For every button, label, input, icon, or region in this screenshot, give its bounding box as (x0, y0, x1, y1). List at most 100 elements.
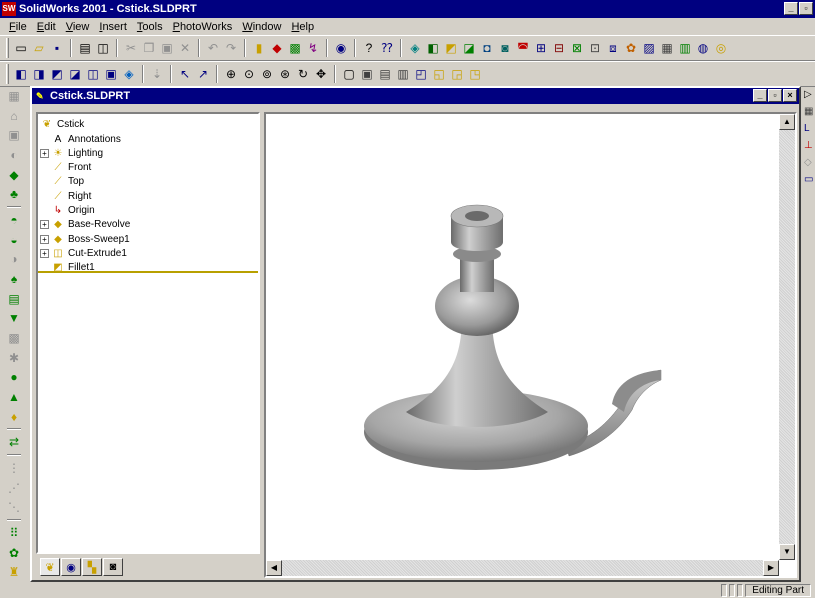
configuration-manager-tab[interactable]: ▚ (82, 558, 102, 576)
view-left-icon[interactable]: ◩ (49, 66, 65, 82)
candlestick-model[interactable] (266, 114, 779, 560)
hidden-gray-icon[interactable]: ▣ (359, 66, 375, 82)
feature-3-icon[interactable]: ◩ (443, 40, 459, 56)
tree-item-top[interactable]: ⟋ Top (40, 175, 85, 189)
zoom-in-out-icon[interactable]: ⊚ (259, 66, 275, 82)
tree-item-fillet[interactable]: ◩ Fillet1 (40, 261, 94, 275)
help-icon[interactable]: ? (361, 40, 377, 56)
select-icon[interactable]: ↖ (177, 66, 193, 82)
copy-icon[interactable]: ❐ (141, 40, 157, 56)
feature-7-icon[interactable]: ◚ (515, 40, 531, 56)
menu-window[interactable]: Window (237, 21, 286, 33)
feature-15-icon[interactable]: ▦ (659, 40, 675, 56)
menu-photoworks[interactable]: PhotoWorks (168, 21, 238, 33)
scroll-left-button[interactable]: ◀ (266, 560, 282, 576)
draft-quality-icon[interactable]: ▥ (395, 66, 411, 82)
feature-16-icon[interactable]: ▥ (677, 40, 693, 56)
frame-icon[interactable]: ▭ (804, 174, 814, 188)
feature-5-icon[interactable]: ◘ (479, 40, 495, 56)
open-icon[interactable]: ▱ (31, 40, 47, 56)
expand-toggle[interactable]: + (40, 148, 49, 158)
view-back-icon[interactable]: ◨ (31, 66, 47, 82)
tree-item-base-revolve[interactable]: + ◆ Base-Revolve (40, 218, 130, 232)
rotate-icon[interactable]: ↻ (295, 66, 311, 82)
curve-driven-pattern-icon[interactable]: ⠿ (6, 525, 22, 541)
view-front-icon[interactable]: ◧ (13, 66, 29, 82)
feature-17-icon[interactable]: ◍ (695, 40, 711, 56)
zoom-area-icon[interactable]: ⊙ (241, 66, 257, 82)
tree-item-origin[interactable]: ↳ Origin (40, 204, 95, 218)
pattern-linear-icon[interactable]: ⋮ (6, 460, 22, 476)
zoom-fit-icon[interactable]: ⊕ (223, 66, 239, 82)
tree-item-boss-sweep[interactable]: + ◆ Boss-Sweep1 (40, 232, 130, 246)
shadow-icon[interactable]: ◲ (449, 66, 465, 82)
new-icon[interactable]: ▭ (13, 40, 29, 56)
sketch-pattern-icon[interactable]: ✿ (6, 545, 22, 561)
feature-8-icon[interactable]: ⊞ (533, 40, 549, 56)
view-top-icon[interactable]: ◫ (85, 66, 101, 82)
vertical-scrollbar[interactable]: ▲ ▼ (779, 114, 795, 560)
feature-11-icon[interactable]: ⊡ (587, 40, 603, 56)
cut-sweep-icon[interactable]: ◑ (6, 251, 22, 267)
zoom-selection-icon[interactable]: ⊛ (277, 66, 293, 82)
feature-6-icon[interactable]: ◙ (497, 40, 513, 56)
feature-1-icon[interactable]: ◈ (407, 40, 423, 56)
task-pane-icon[interactable]: ▷ (804, 89, 814, 103)
tree-root[interactable]: ❦ Cstick (40, 117, 84, 131)
feature-18-icon[interactable]: ◎ (713, 40, 729, 56)
feature-manager-tab[interactable]: ❦ (40, 558, 60, 576)
app-restore-button[interactable]: ▫ (799, 2, 813, 15)
shaded-icon[interactable]: ◱ (431, 66, 447, 82)
grid-icon[interactable]: ▦ (804, 106, 814, 120)
menu-edit[interactable]: Edit (32, 21, 61, 33)
boss-revolve-icon[interactable]: ♣ (6, 186, 22, 202)
paste-icon[interactable]: ▣ (159, 40, 175, 56)
cut-revolve-icon[interactable]: ◒ (6, 232, 22, 248)
sweep-gray-icon[interactable]: ◐ (6, 147, 22, 163)
normal-to-icon[interactable]: ⇣ (149, 66, 165, 82)
view-iso-icon[interactable]: ◈ (121, 66, 137, 82)
select-other-icon[interactable]: ↗ (195, 66, 211, 82)
sketch-icon[interactable]: ▦ (6, 88, 22, 104)
boss-extrude-icon[interactable]: ◆ (6, 167, 22, 183)
hole-icon[interactable]: ● (6, 369, 22, 385)
scroll-up-button[interactable]: ▲ (779, 114, 795, 130)
cut-icon[interactable]: ✂ (123, 40, 139, 56)
feature-10-icon[interactable]: ⊠ (569, 40, 585, 56)
feature-13-icon[interactable]: ✿ (623, 40, 639, 56)
menu-tools[interactable]: Tools (132, 21, 168, 33)
doc-close-button[interactable]: × (783, 89, 797, 102)
perspective-icon[interactable]: ◳ (467, 66, 483, 82)
fillet-icon[interactable]: ♠ (6, 271, 22, 287)
tree-item-cut-extrude[interactable]: + ◫ Cut-Extrude1 (40, 246, 127, 260)
photoworks-tab[interactable]: ◙ (103, 558, 123, 576)
tree-item-lighting[interactable]: + ☀ Lighting (40, 146, 103, 160)
chamfer-icon[interactable]: ▤ (6, 291, 22, 307)
print-icon[interactable]: ▤ (77, 40, 93, 56)
doc-minimize-button[interactable]: _ (753, 89, 767, 102)
print-preview-icon[interactable]: ◫ (95, 40, 111, 56)
shape-icon[interactable]: ♦ (6, 409, 22, 425)
delete-icon[interactable]: ✕ (177, 40, 193, 56)
rebuild-icon[interactable]: ▮ (251, 40, 267, 56)
feature-2-icon[interactable]: ◧ (425, 40, 441, 56)
layer-icon[interactable]: L (804, 123, 814, 137)
view-bottom-icon[interactable]: ▣ (103, 66, 119, 82)
tree-item-right[interactable]: ⟋ Right (40, 189, 92, 203)
dome-icon[interactable]: ▲ (6, 389, 22, 405)
feature-9-icon[interactable]: ⊟ (551, 40, 567, 56)
menu-help[interactable]: Help (286, 21, 319, 33)
draft-icon[interactable]: ▩ (6, 330, 22, 346)
extrude-gray-icon[interactable]: ⌂ (6, 108, 22, 124)
app-minimize-button[interactable]: _ (784, 2, 798, 15)
options-icon[interactable]: ◆ (269, 40, 285, 56)
menu-file[interactable]: File (4, 21, 32, 33)
edit-sketch-icon[interactable]: ↯ (305, 40, 321, 56)
toolbar-grip[interactable] (6, 38, 9, 58)
redo-icon[interactable]: ↷ (223, 40, 239, 56)
mirror-icon[interactable]: ⇄ (6, 434, 22, 450)
doc-maximize-button[interactable]: ▫ (768, 89, 782, 102)
expand-toggle[interactable]: + (40, 220, 49, 230)
horizontal-scrollbar[interactable]: ◀ ▶ (266, 560, 779, 576)
toolbar-grip[interactable] (6, 64, 9, 84)
